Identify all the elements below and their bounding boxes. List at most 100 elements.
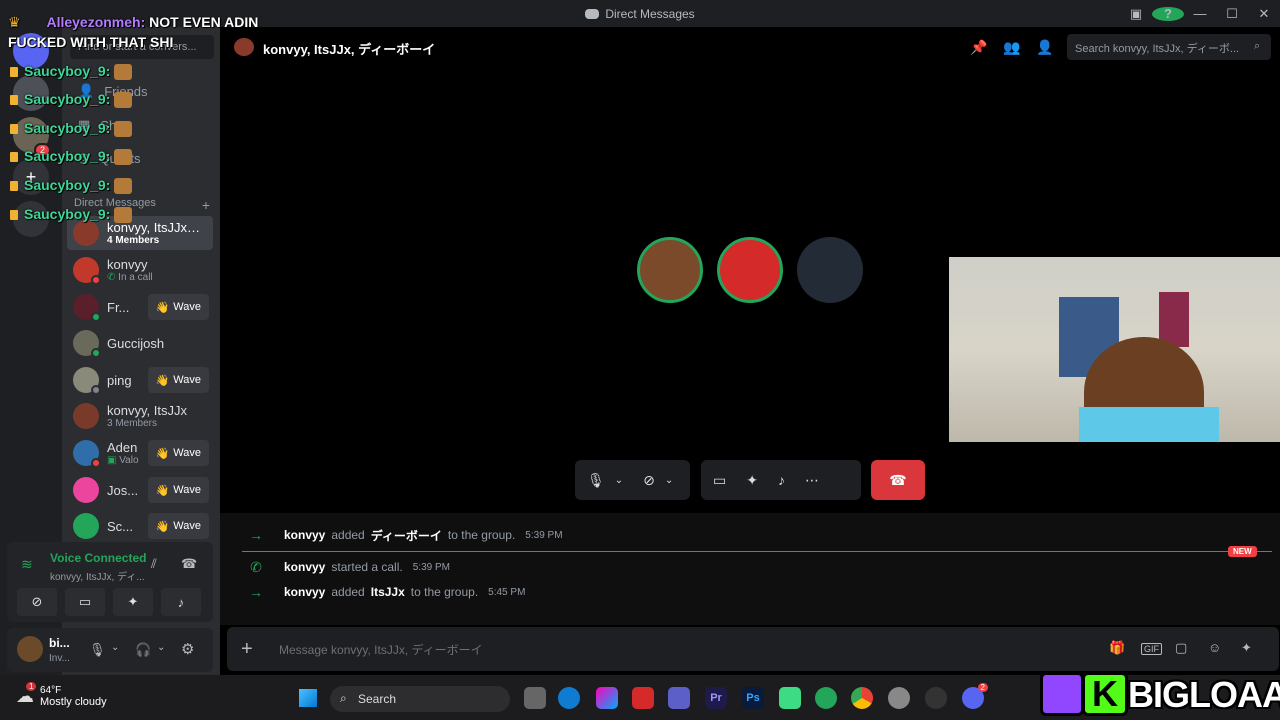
app-icon[interactable] bbox=[779, 687, 801, 709]
help-icon[interactable]: ? bbox=[1152, 6, 1184, 21]
participant-avatar[interactable] bbox=[797, 237, 863, 303]
group-avatar bbox=[73, 220, 99, 246]
apps-icon[interactable]: ✦ bbox=[1241, 640, 1252, 656]
dm-item[interactable]: Sc... 👋 Wave bbox=[67, 509, 213, 543]
wave-button[interactable]: 👋 Wave bbox=[147, 367, 209, 393]
wave-button[interactable]: 👋 Wave bbox=[147, 513, 209, 539]
weather-widget[interactable]: ☁ 1 64°F Mostly cloudy bbox=[16, 682, 107, 708]
message-verb: added bbox=[331, 585, 365, 599]
attach-icon[interactable]: + bbox=[241, 638, 253, 661]
microphone-icon[interactable]: 🎙 bbox=[89, 642, 106, 658]
end-call-button[interactable]: ☎ bbox=[871, 460, 925, 500]
voice-channel[interactable]: konvyy, ItsJJx, ディ... bbox=[50, 568, 145, 583]
participant-avatar[interactable] bbox=[637, 237, 703, 303]
maximize-button[interactable]: ☐ bbox=[1216, 6, 1248, 22]
message-target[interactable]: ディーボーイ bbox=[371, 527, 442, 544]
discord-icon[interactable]: 2 bbox=[962, 683, 988, 709]
arrow-right-icon: → bbox=[249, 584, 263, 600]
taskbar-search[interactable]: ⌕ Search bbox=[330, 686, 510, 712]
app-icon[interactable] bbox=[632, 687, 654, 709]
chevron-down-icon[interactable]: ⌄ bbox=[157, 642, 165, 653]
soundboard-icon: ♪ bbox=[177, 594, 185, 610]
dm-item-guccijosh[interactable]: Guccijosh bbox=[67, 326, 213, 360]
user-status: Inv... bbox=[49, 653, 70, 664]
gear-icon[interactable]: ⚙ bbox=[181, 640, 194, 658]
headphones-icon[interactable]: 🎧 bbox=[135, 642, 151, 658]
member-list-icon[interactable]: 👤 bbox=[1036, 39, 1053, 56]
screen-share-icon[interactable]: ▭ bbox=[713, 472, 726, 489]
close-button[interactable]: ✕ bbox=[1248, 6, 1280, 22]
edge-icon[interactable] bbox=[558, 687, 580, 709]
participant-avatar[interactable] bbox=[717, 237, 783, 303]
sub-badge-icon bbox=[10, 210, 18, 221]
settings-icon[interactable] bbox=[888, 687, 910, 709]
windows-start-icon[interactable] bbox=[299, 689, 317, 707]
message-composer[interactable]: + Message konvyy, ItsJJx, ディーボーイ 🎁 GIF ▢… bbox=[227, 627, 1279, 671]
wave-button[interactable]: 👋 Wave bbox=[147, 440, 209, 466]
add-friends-icon[interactable]: 👥 bbox=[1003, 39, 1020, 56]
activities-icon[interactable]: ✦ bbox=[746, 472, 758, 489]
teams-icon[interactable] bbox=[668, 687, 690, 709]
dm-name: Jos... bbox=[107, 482, 139, 498]
chrome-icon[interactable] bbox=[851, 687, 873, 709]
photoshop-icon[interactable]: Ps bbox=[742, 687, 764, 709]
message-verb: added bbox=[331, 528, 365, 542]
microphone-icon[interactable]: 🎙 bbox=[587, 472, 605, 489]
dm-item-konvyy[interactable]: konvyy ✆ In a call bbox=[67, 253, 213, 287]
avatar bbox=[73, 513, 99, 539]
discord-logo-icon bbox=[585, 8, 600, 19]
avatar bbox=[73, 294, 101, 322]
more-icon[interactable]: ⋯ bbox=[805, 472, 819, 489]
dm-item[interactable]: Jos... 👋 Wave bbox=[67, 473, 213, 507]
emote-icon bbox=[114, 178, 133, 195]
message-actor[interactable]: konvyy bbox=[284, 585, 325, 599]
screen-share-button[interactable]: ▭ bbox=[65, 588, 105, 616]
emoji-icon[interactable]: ☺ bbox=[1208, 640, 1221, 655]
message-target[interactable]: ItsJJx bbox=[371, 585, 405, 599]
sticker-icon[interactable]: ▢ bbox=[1175, 640, 1187, 656]
copilot-icon[interactable] bbox=[596, 687, 618, 709]
chevron-down-icon[interactable]: ⌄ bbox=[665, 475, 673, 486]
user-avatar[interactable] bbox=[17, 636, 43, 662]
chrome-profile-icon[interactable] bbox=[815, 687, 837, 709]
camera-off-button[interactable]: ⊘ bbox=[17, 588, 57, 616]
minimize-button[interactable]: — bbox=[1184, 6, 1216, 21]
soundboard-button[interactable]: ♪ bbox=[161, 588, 201, 616]
message-actor[interactable]: konvyy bbox=[284, 528, 325, 542]
emote-icon bbox=[114, 92, 133, 109]
chevron-down-icon[interactable]: ⌄ bbox=[615, 475, 623, 486]
camera-off-icon: ⊘ bbox=[31, 594, 43, 609]
task-view-icon[interactable] bbox=[524, 687, 546, 709]
brand-name: BIGLOAAF bbox=[1128, 674, 1280, 715]
create-dm-icon[interactable]: + bbox=[202, 197, 210, 213]
chat-text: FUCKED WITH THAT SHI bbox=[8, 34, 174, 50]
sub-badge-icon bbox=[10, 95, 18, 106]
pin-icon[interactable]: 📌 bbox=[970, 39, 987, 56]
wave-button[interactable]: 👋 Wave bbox=[147, 294, 209, 320]
noise-suppression-icon[interactable]: ⫽ bbox=[151, 556, 157, 572]
gift-icon[interactable]: 🎁 bbox=[1109, 640, 1125, 656]
message-actor[interactable]: konvyy bbox=[284, 560, 325, 574]
dm-item[interactable]: Fr... 👋 Wave bbox=[67, 290, 213, 324]
channel-name[interactable]: konvyy, ItsJJx, ディーボーイ bbox=[263, 39, 435, 58]
soundboard-icon[interactable]: ♪ bbox=[778, 472, 785, 488]
new-badge: NEW bbox=[1228, 546, 1257, 557]
chevron-down-icon[interactable]: ⌄ bbox=[111, 642, 119, 653]
dm-item-ping[interactable]: ping 👋 Wave bbox=[67, 363, 213, 397]
dm-sub: ▣ Valo bbox=[107, 455, 139, 466]
dm-item-aden[interactable]: Aden ▣ Valo 👋 Wave bbox=[67, 436, 213, 470]
obs-icon[interactable] bbox=[925, 687, 947, 709]
username[interactable]: bi... bbox=[49, 636, 70, 650]
chat-line: Saucyboy_9: bbox=[10, 91, 133, 109]
search-input[interactable]: Search konvyy, ItsJJx, ディーボ... bbox=[1067, 34, 1271, 60]
inbox-icon[interactable]: ▣ bbox=[1120, 6, 1152, 22]
dm-item-group[interactable]: konvyy, ItsJJx 3 Members bbox=[67, 399, 213, 433]
activities-button[interactable]: ✦ bbox=[113, 588, 153, 616]
camera-off-icon[interactable]: ⊘ bbox=[643, 472, 655, 489]
dm-name: Aden bbox=[107, 440, 138, 455]
gif-icon[interactable]: GIF bbox=[1141, 643, 1162, 655]
wave-button[interactable]: 👋 Wave bbox=[147, 477, 209, 503]
premiere-icon[interactable]: Pr bbox=[705, 687, 727, 709]
dm-name: konvyy bbox=[107, 257, 148, 272]
disconnect-icon[interactable]: ☎ bbox=[181, 556, 197, 572]
